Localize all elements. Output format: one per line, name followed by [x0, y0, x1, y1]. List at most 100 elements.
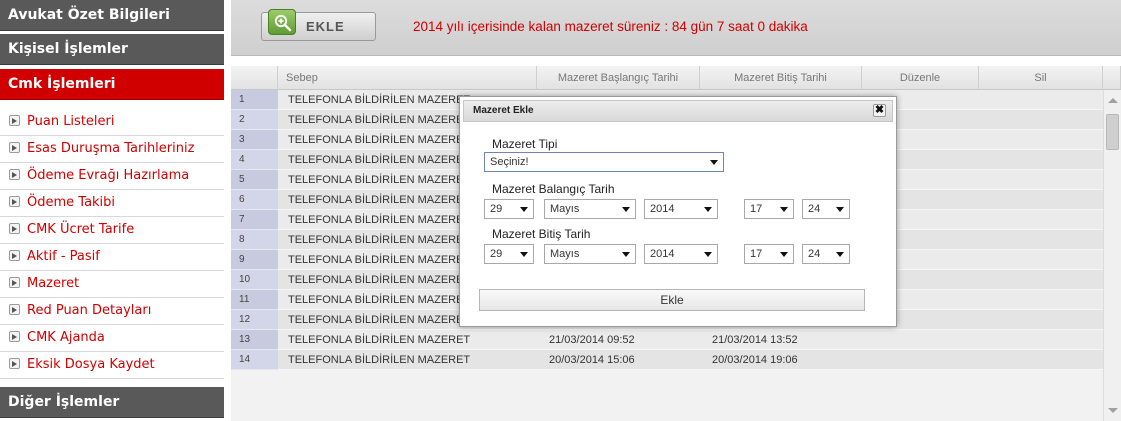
- row-number: 14: [231, 350, 278, 370]
- end-year-select[interactable]: 2014: [644, 244, 718, 264]
- table-row[interactable]: 14 TELEFONLA BİLDİRİLEN MAZERET 20/03/2014…: [231, 350, 1103, 370]
- scroll-down-arrow-icon[interactable]: [1108, 408, 1118, 413]
- row-number: 3: [231, 130, 278, 150]
- close-icon[interactable]: ✖: [873, 104, 886, 117]
- start-year-select[interactable]: 2014: [644, 199, 718, 219]
- excuse-type-select[interactable]: Seçiniz!: [484, 152, 724, 172]
- sidebar-item-aktif-pasif[interactable]: Aktif - Pasif: [0, 244, 224, 271]
- arrow-box-icon: [9, 304, 20, 315]
- sidebar-section-personal[interactable]: Kişisel İşlemler: [0, 34, 224, 65]
- row-reason: TELEFONLA BİLDİRİLEN MAZERET: [288, 234, 471, 246]
- column-header-spacer: [1103, 66, 1121, 90]
- arrow-box-icon: [9, 358, 20, 369]
- sidebar-section-summary[interactable]: Avukat Özet Bilgileri: [0, 0, 224, 31]
- arrow-box-icon: [9, 250, 20, 261]
- row-reason: TELEFONLA BİLDİRİLEN MAZERET: [288, 254, 471, 266]
- end-hour-value: 17: [750, 248, 763, 260]
- end-date-label: Mazeret Bitiş Tarih: [492, 227, 591, 241]
- scrollbar-thumb[interactable]: [1106, 114, 1119, 150]
- row-number: 2: [231, 110, 278, 130]
- chevron-down-icon: [520, 252, 528, 257]
- end-day-value: 29: [490, 248, 503, 260]
- start-month-value: Mayıs: [550, 203, 580, 215]
- dialog-add-button[interactable]: Ekle: [479, 289, 865, 311]
- start-day-select[interactable]: 29: [484, 199, 534, 219]
- sidebar: Avukat Özet Bilgileri Kişisel İşlemler C…: [0, 0, 224, 421]
- excuse-type-value: Seçiniz!: [490, 156, 529, 168]
- remaining-excuse-text: 2014 yılı içerisinde kalan mazeret süren…: [413, 19, 808, 34]
- chevron-down-icon: [710, 160, 718, 165]
- table-scrollbar[interactable]: [1103, 90, 1121, 421]
- row-number: 4: [231, 150, 278, 170]
- excuse-type-label: Mazeret Tipi: [492, 137, 558, 151]
- end-day-select[interactable]: 29: [484, 244, 534, 264]
- column-header-reason[interactable]: Sebep: [278, 66, 537, 90]
- sidebar-item-odeme-evragi[interactable]: Ödeme Evrağı Hazırlama: [0, 163, 224, 190]
- start-day-value: 29: [490, 203, 503, 215]
- sidebar-item-eksik-dosya[interactable]: Eksik Dosya Kaydet: [0, 352, 224, 379]
- row-number: 13: [231, 330, 278, 350]
- start-year-value: 2014: [650, 203, 675, 215]
- sidebar-item-esas-durusma[interactable]: Esas Duruşma Tarihleriniz: [0, 136, 224, 163]
- row-reason: TELEFONLA BİLDİRİLEN MAZERET: [288, 314, 471, 326]
- column-header-delete: Sil: [979, 66, 1103, 90]
- sidebar-item-label: Aktif - Pasif: [27, 249, 100, 264]
- column-header-start[interactable]: Mazeret Başlangıç Tarihi: [537, 66, 700, 90]
- row-reason: TELEFONLA BİLDİRİLEN MAZERET: [288, 194, 471, 206]
- row-reason: TELEFONLA BİLDİRİLEN MAZERET: [288, 134, 471, 146]
- row-reason: TELEFONLA BİLDİRİLEN MAZERET: [288, 334, 471, 346]
- column-header-edit: Düzenle: [862, 66, 979, 90]
- start-minute-select[interactable]: 24: [802, 199, 850, 219]
- sidebar-item-puan-listeleri[interactable]: Puan Listeleri: [0, 109, 224, 136]
- chevron-down-icon: [704, 252, 712, 257]
- sidebar-item-odeme-takibi[interactable]: Ödeme Takibi: [0, 190, 224, 217]
- chevron-down-icon: [780, 252, 788, 257]
- add-excuse-dialog: Mazeret Ekle ✖ Mazeret Tipi Seçiniz! Maz…: [459, 96, 897, 327]
- start-month-select[interactable]: Mayıs: [544, 199, 636, 219]
- row-number: 10: [231, 270, 278, 290]
- table-row[interactable]: 13 TELEFONLA BİLDİRİLEN MAZERET 21/03/2014…: [231, 330, 1103, 350]
- sidebar-section-other[interactable]: Diğer İşlemler: [0, 387, 224, 418]
- sidebar-item-label: Ödeme Takibi: [27, 195, 116, 210]
- end-month-select[interactable]: Mayıs: [544, 244, 636, 264]
- chevron-down-icon: [836, 207, 844, 212]
- sidebar-item-label: Red Puan Detayları: [27, 303, 152, 318]
- column-header-end[interactable]: Mazeret Bitiş Tarihi: [700, 66, 862, 90]
- row-reason: TELEFONLA BİLDİRİLEN MAZERET: [288, 174, 471, 186]
- toolbar: EKLE 2014 yılı içerisinde kalan mazeret …: [231, 0, 1121, 56]
- chevron-down-icon: [622, 252, 630, 257]
- row-end: 20/03/2014 19:06: [712, 354, 798, 366]
- column-header-number: [231, 66, 278, 90]
- scroll-up-arrow-icon[interactable]: [1108, 98, 1118, 103]
- add-excuse-button[interactable]: EKLE: [261, 9, 376, 41]
- row-number: 5: [231, 170, 278, 190]
- chevron-down-icon: [704, 207, 712, 212]
- sidebar-item-cmk-ucret-tarife[interactable]: CMK Ücret Tarife: [0, 217, 224, 244]
- sidebar-item-label: Puan Listeleri: [27, 114, 115, 129]
- row-start: 21/03/2014 09:52: [549, 334, 635, 346]
- start-hour-value: 17: [750, 203, 763, 215]
- row-number: 6: [231, 190, 278, 210]
- arrow-box-icon: [9, 169, 20, 180]
- row-number: 7: [231, 210, 278, 230]
- sidebar-item-label: CMK Ücret Tarife: [27, 222, 135, 237]
- sidebar-item-cmk-ajanda[interactable]: CMK Ajanda: [0, 325, 224, 352]
- arrow-box-icon: [9, 115, 20, 126]
- row-number: 11: [231, 290, 278, 310]
- row-number: 8: [231, 230, 278, 250]
- row-reason: TELEFONLA BİLDİRİLEN MAZERET: [288, 274, 471, 286]
- start-hour-select[interactable]: 17: [744, 199, 794, 219]
- sidebar-item-mazeret[interactable]: Mazeret: [0, 271, 224, 298]
- chevron-down-icon: [622, 207, 630, 212]
- zoom-plus-icon: [268, 9, 296, 35]
- dialog-title: Mazeret Ekle: [473, 105, 534, 116]
- end-hour-select[interactable]: 17: [744, 244, 794, 264]
- start-date-label: Mazeret Balangıç Tarih: [492, 182, 615, 196]
- row-reason: TELEFONLA BİLDİRİLEN MAZERET: [288, 154, 471, 166]
- sidebar-item-label: CMK Ajanda: [27, 330, 105, 345]
- dialog-titlebar[interactable]: Mazeret Ekle ✖: [463, 100, 893, 122]
- sidebar-item-red-puan[interactable]: Red Puan Detayları: [0, 298, 224, 325]
- sidebar-section-cmk[interactable]: Cmk İşlemleri: [0, 69, 224, 100]
- end-minute-select[interactable]: 24: [802, 244, 850, 264]
- chevron-down-icon: [780, 207, 788, 212]
